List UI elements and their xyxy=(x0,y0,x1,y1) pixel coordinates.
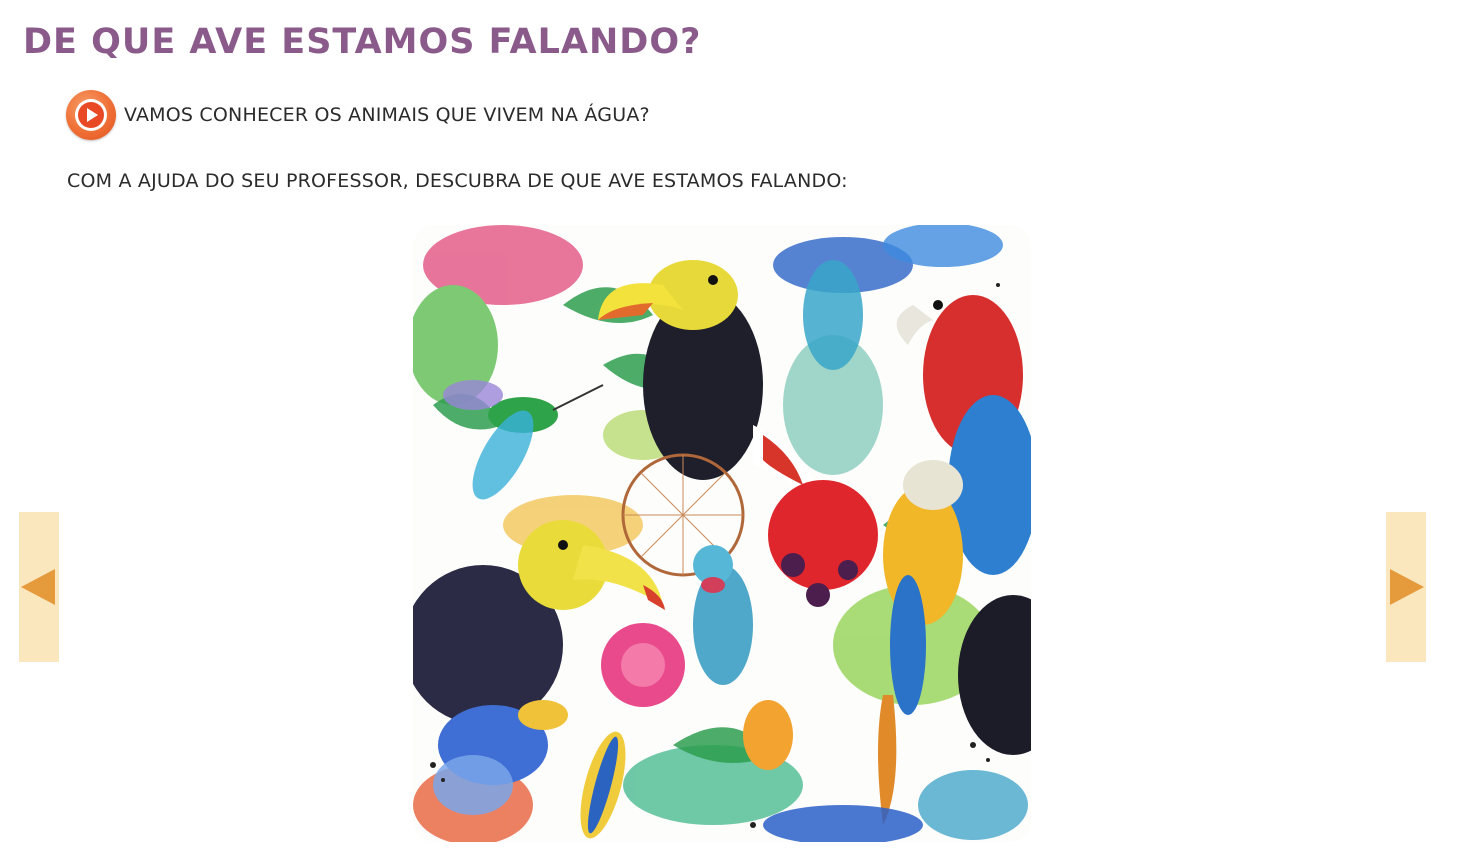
bird-illustration xyxy=(413,225,1031,842)
next-button[interactable] xyxy=(1386,512,1426,662)
audio-row: VAMOS CONHECER OS ANIMAIS QUE VIVEM NA Á… xyxy=(66,90,650,140)
page-title: DE QUE AVE ESTAMOS FALANDO? xyxy=(23,22,702,62)
arrow-right-icon xyxy=(1390,569,1424,605)
page: DE QUE AVE ESTAMOS FALANDO? VAMOS CONHEC… xyxy=(0,0,1460,850)
previous-button[interactable] xyxy=(19,512,59,662)
instruction-text: COM A AJUDA DO SEU PROFESSOR, DESCUBRA D… xyxy=(67,170,848,192)
audio-label: VAMOS CONHECER OS ANIMAIS QUE VIVEM NA Á… xyxy=(124,104,650,126)
play-icon xyxy=(75,99,107,131)
arrow-left-icon xyxy=(21,569,55,605)
audio-play-button[interactable] xyxy=(66,90,116,140)
